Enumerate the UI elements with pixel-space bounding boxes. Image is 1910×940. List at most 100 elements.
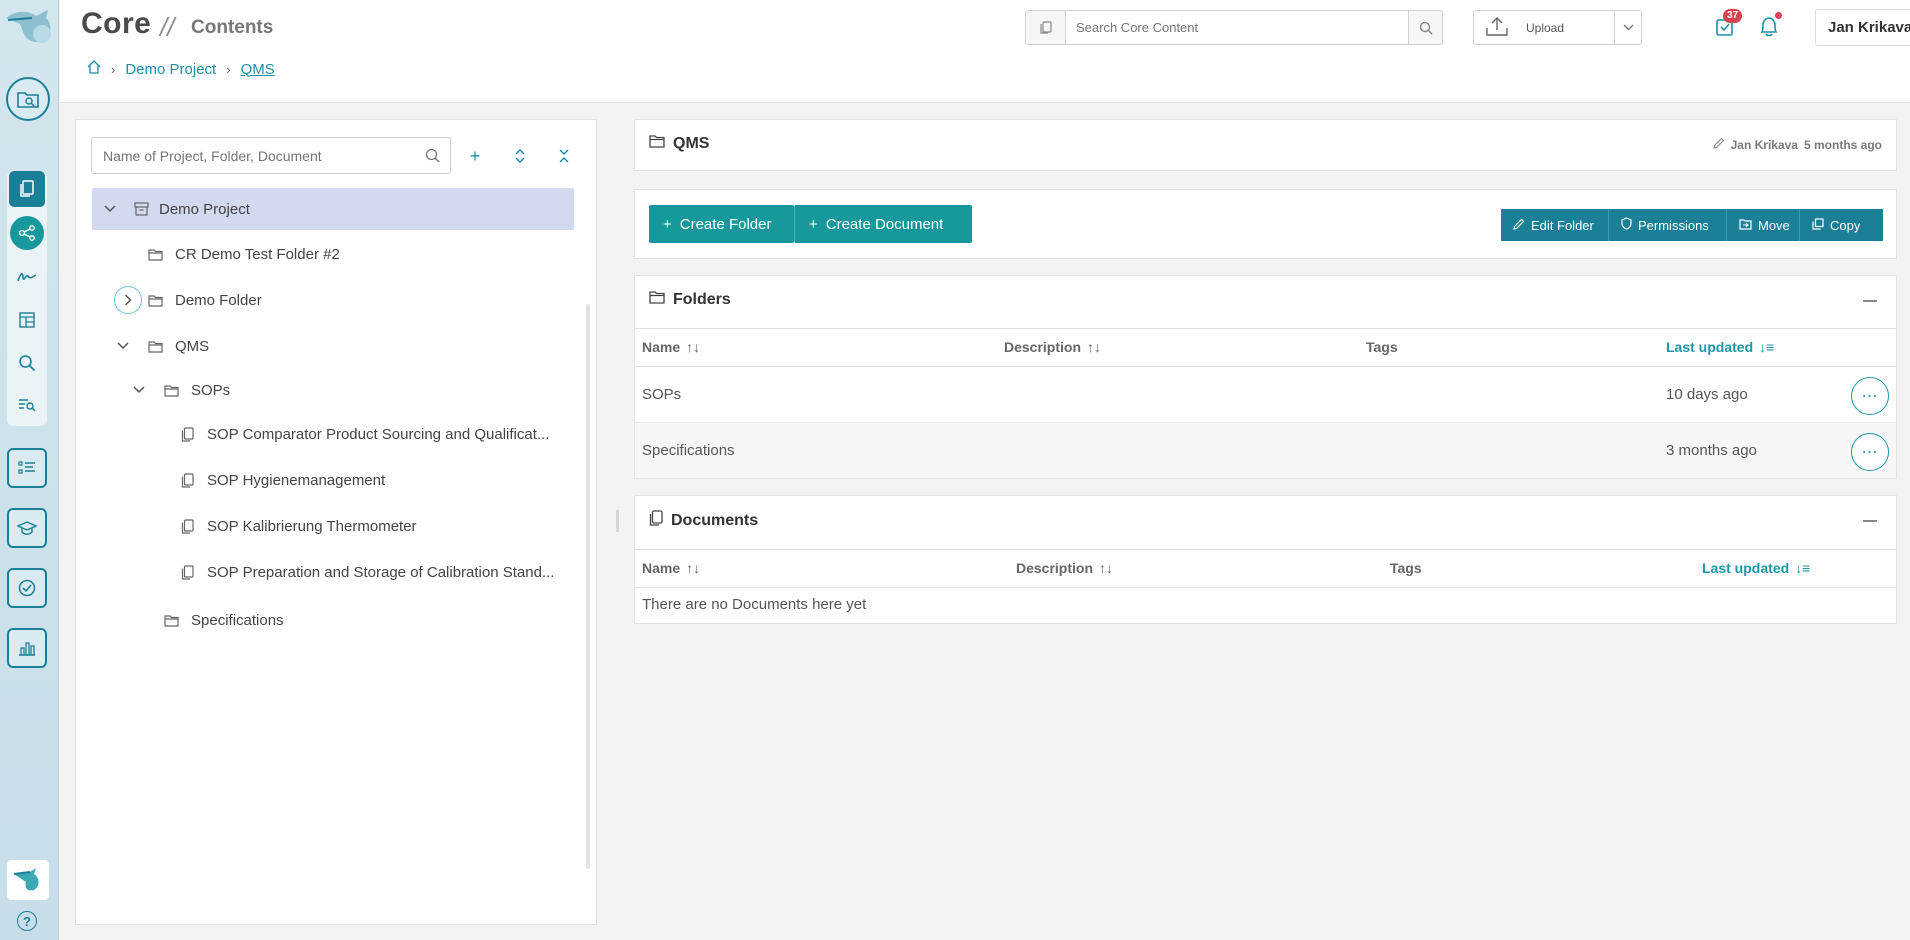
chevron-down-icon[interactable] bbox=[130, 381, 148, 399]
chevron-right-icon[interactable] bbox=[114, 286, 142, 314]
signature-icon[interactable] bbox=[9, 259, 45, 295]
chevron-down-icon[interactable] bbox=[114, 337, 132, 355]
more-options-icon[interactable]: ⋯ bbox=[1851, 433, 1889, 471]
column-last-updated-header[interactable]: Last updated ↓≡ bbox=[1666, 339, 1774, 355]
panel-resize-handle[interactable] bbox=[616, 510, 619, 532]
app-logo-icon[interactable] bbox=[2, 4, 56, 48]
tree-item-label: Specifications bbox=[191, 611, 284, 629]
expand-all-icon[interactable] bbox=[511, 147, 529, 165]
folder-icon bbox=[649, 134, 665, 153]
cell-last-updated: 3 months ago bbox=[1666, 442, 1757, 459]
shield-icon bbox=[1621, 217, 1632, 233]
tree-item-sop-hygienemanagement[interactable]: SOP Hygienemanagement bbox=[92, 459, 574, 501]
upload-button[interactable]: Upload bbox=[1474, 11, 1614, 44]
tree-item-qms[interactable]: QMS bbox=[92, 325, 574, 367]
browse-folder-icon[interactable] bbox=[6, 77, 50, 121]
tree-item-sop-comparator[interactable]: SOP Comparator Product Sourcing and Qual… bbox=[92, 413, 574, 455]
cell-name[interactable]: Specifications bbox=[642, 442, 735, 459]
tree-item-sop-preparation[interactable]: SOP Preparation and Storage of Calibrati… bbox=[92, 551, 574, 593]
move-button[interactable]: Move bbox=[1727, 209, 1800, 241]
help-icon[interactable]: ? bbox=[17, 911, 37, 931]
permissions-button[interactable]: Permissions bbox=[1609, 209, 1727, 241]
column-description-header[interactable]: Description ↑↓ bbox=[1004, 339, 1101, 355]
tree-search-input[interactable] bbox=[92, 147, 414, 164]
column-label: Tags bbox=[1390, 560, 1422, 576]
permissions-label: Permissions bbox=[1638, 217, 1709, 233]
upload-icon bbox=[1486, 16, 1508, 39]
folders-section-title: Folders bbox=[649, 290, 731, 309]
column-last-updated-header[interactable]: Last updated ↓≡ bbox=[1702, 560, 1810, 576]
global-search-input[interactable] bbox=[1066, 11, 1408, 44]
search-icon[interactable] bbox=[414, 148, 450, 163]
templates-icon[interactable] bbox=[9, 302, 45, 338]
move-icon bbox=[1739, 218, 1752, 233]
tree-item-specifications[interactable]: Specifications bbox=[92, 599, 574, 641]
folders-title-text: Folders bbox=[673, 290, 731, 308]
sort-icon: ↑↓ bbox=[1099, 560, 1114, 576]
advanced-search-icon[interactable] bbox=[9, 387, 45, 423]
app-title: Core bbox=[81, 7, 152, 40]
upload-dropdown-chevron-down-icon[interactable] bbox=[1614, 11, 1641, 44]
pencil-icon bbox=[1712, 137, 1725, 152]
column-name-header[interactable]: Name ↑↓ bbox=[642, 560, 700, 576]
column-description-header[interactable]: Description ↑↓ bbox=[1016, 560, 1113, 576]
folder-title: QMS bbox=[649, 134, 709, 153]
add-icon[interactable]: + bbox=[466, 146, 484, 166]
documents-module-icon[interactable] bbox=[9, 171, 45, 207]
table-row[interactable]: SOPs 10 days ago ⋯ bbox=[635, 367, 1896, 423]
cell-name[interactable]: SOPs bbox=[642, 386, 681, 403]
chevron-down-icon[interactable] bbox=[101, 200, 119, 218]
cell-last-updated: 10 days ago bbox=[1666, 386, 1748, 403]
create-folder-label: Create Folder bbox=[679, 215, 772, 233]
documents-section: Documents Name ↑↓ Description ↑↓ Tags La… bbox=[634, 495, 1897, 624]
breadcrumb-demo-project[interactable]: Demo Project bbox=[125, 61, 216, 78]
sort-icon: ↑↓ bbox=[686, 560, 701, 576]
table-row[interactable]: Specifications 3 months ago ⋯ bbox=[635, 423, 1896, 479]
tree-item-label: SOP Hygienemanagement bbox=[207, 471, 386, 489]
tree-item-demo-project[interactable]: Demo Project bbox=[92, 188, 574, 230]
tree-item-label: SOP Preparation and Storage of Calibrati… bbox=[207, 563, 555, 581]
edit-folder-label: Edit Folder bbox=[1531, 217, 1594, 233]
tree-item-sops[interactable]: SOPs bbox=[92, 369, 574, 411]
copy-button[interactable]: Copy bbox=[1800, 209, 1883, 241]
breadcrumb-qms[interactable]: QMS bbox=[241, 61, 275, 78]
edit-folder-button[interactable]: Edit Folder bbox=[1501, 209, 1609, 241]
create-folder-button[interactable]: + Create Folder bbox=[649, 205, 794, 243]
actions-card: + Create Folder + Create Document Edit F… bbox=[634, 189, 1897, 259]
collapse-all-icon[interactable] bbox=[555, 147, 573, 165]
approvals-icon[interactable] bbox=[7, 568, 47, 608]
search-module-icon[interactable] bbox=[9, 345, 45, 381]
plus-icon: + bbox=[663, 215, 672, 233]
training-icon[interactable] bbox=[7, 508, 47, 548]
search-scope-icon[interactable] bbox=[1026, 11, 1066, 44]
tree-scrollbar[interactable] bbox=[586, 304, 590, 869]
collapse-section-icon[interactable] bbox=[1863, 300, 1877, 302]
network-module-icon[interactable] bbox=[10, 216, 44, 250]
column-label: Last updated bbox=[1702, 560, 1790, 576]
reports-icon[interactable] bbox=[7, 628, 47, 668]
tree-item-label: SOPs bbox=[191, 381, 231, 399]
checklist-icon[interactable] bbox=[7, 448, 47, 488]
column-label: Name bbox=[642, 339, 681, 355]
more-options-icon[interactable]: ⋯ bbox=[1851, 377, 1889, 415]
folders-section: Folders Name ↑↓ Description ↑↓ Tags Last… bbox=[634, 275, 1897, 479]
search-icon[interactable] bbox=[1408, 11, 1442, 44]
home-icon[interactable] bbox=[87, 60, 101, 78]
collapse-section-icon[interactable] bbox=[1863, 520, 1877, 522]
folders-table-header: Name ↑↓ Description ↑↓ Tags Last updated… bbox=[635, 328, 1896, 367]
column-label: Description bbox=[1016, 560, 1094, 576]
create-document-button[interactable]: + Create Document bbox=[794, 205, 972, 243]
column-label: Tags bbox=[1366, 339, 1398, 355]
column-name-header[interactable]: Name ↑↓ bbox=[642, 339, 700, 355]
document-icon bbox=[179, 518, 195, 534]
tree-item-cr-demo-test-folder[interactable]: CR Demo Test Folder #2 bbox=[92, 233, 574, 275]
title-separator: // bbox=[160, 12, 175, 42]
tree-item-label: SOP Kalibrierung Thermometer bbox=[207, 517, 417, 535]
tree-item-sop-kalibrierung[interactable]: SOP Kalibrierung Thermometer bbox=[92, 505, 574, 547]
empty-state-text: There are no Documents here yet bbox=[642, 596, 867, 613]
move-label: Move bbox=[1758, 217, 1790, 233]
documents-section-title: Documents bbox=[649, 510, 758, 531]
tree-item-label: SOP Comparator Product Sourcing and Qual… bbox=[207, 425, 550, 443]
tree-item-demo-folder[interactable]: Demo Folder bbox=[92, 279, 574, 321]
user-menu-button[interactable]: Jan Krikava bbox=[1815, 9, 1910, 46]
